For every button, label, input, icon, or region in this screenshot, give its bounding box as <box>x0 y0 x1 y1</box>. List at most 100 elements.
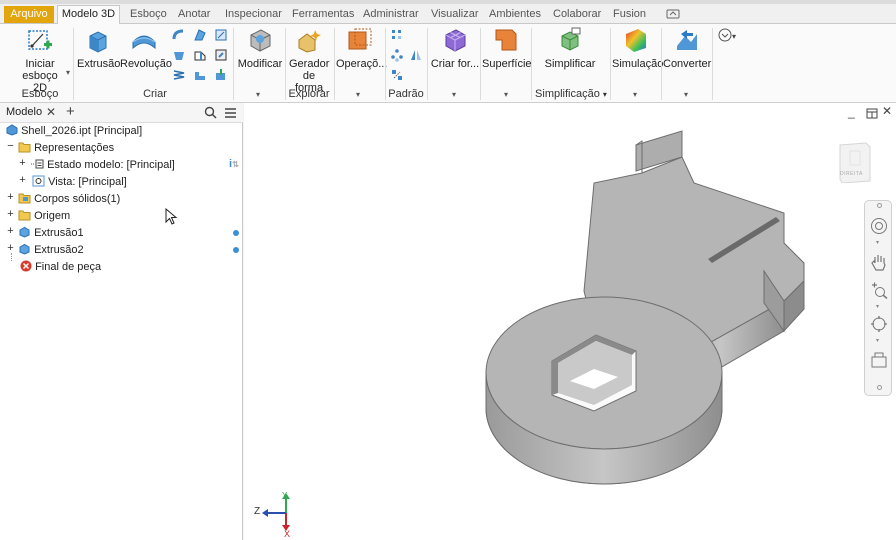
group-label-explorar: Explorar <box>288 88 330 100</box>
circular-pattern-icon[interactable] <box>390 48 404 62</box>
tree-item-vista[interactable]: Vista: [Principal] <box>32 174 127 190</box>
tab-colaborar[interactable]: Colaborar <box>553 6 601 24</box>
tree-item-final-peca[interactable]: Final de peça <box>20 259 101 275</box>
group-label-criar: Criar <box>143 88 167 100</box>
minimize-icon[interactable]: _ <box>848 105 855 119</box>
group-separator <box>610 28 611 100</box>
expand-icon[interactable]: + <box>18 174 27 186</box>
expand-icon[interactable]: + <box>6 191 15 203</box>
view-cube[interactable]: DIREITA <box>838 141 872 184</box>
simulacao-button[interactable]: Simulação <box>612 26 663 70</box>
loft-icon[interactable] <box>193 28 207 42</box>
chevron-down-icon[interactable]: ▾ <box>876 337 879 344</box>
title-strip <box>0 0 896 4</box>
chevron-down-icon[interactable]: ▾ <box>633 90 637 99</box>
tree-item-origem[interactable]: Origem <box>18 208 70 224</box>
simplificar-button[interactable]: Simplificar <box>540 26 600 70</box>
expand-icon[interactable]: + <box>18 157 27 169</box>
chevron-down-icon[interactable]: ▾ <box>876 303 879 310</box>
menu-icon[interactable] <box>224 107 237 119</box>
tree-item-corpos-solidos[interactable]: Corpos sólidos(1) <box>18 191 120 207</box>
navbar-settings-icon[interactable] <box>877 385 882 390</box>
mirror-icon[interactable] <box>409 48 423 62</box>
tree-item-estado-modelo[interactable]: Estado modelo: [Principal] <box>30 157 175 173</box>
sketch-icon <box>28 30 52 50</box>
tree-item-root[interactable]: Shell_2026.ipt [Principal] <box>6 123 142 139</box>
info-icon[interactable]: i⇅ <box>229 158 239 170</box>
sweep-icon[interactable] <box>172 28 186 42</box>
group-separator <box>233 28 234 100</box>
expand-icon[interactable]: + <box>6 225 15 237</box>
emboss-icon[interactable] <box>172 48 186 62</box>
chevron-down-icon[interactable]: ▾ <box>876 239 879 246</box>
tab-inspecionar[interactable]: Inspecionar <box>225 6 282 24</box>
simplify-icon <box>561 27 581 51</box>
circle-chevron-icon <box>718 28 732 42</box>
group-separator <box>334 28 335 100</box>
chevron-down-icon[interactable]: ▾ <box>452 90 456 99</box>
tab-anotar[interactable]: Anotar <box>178 6 210 24</box>
extrusao-button[interactable]: Extrusão <box>77 26 120 70</box>
tab-esboco[interactable]: Esboço <box>130 6 167 24</box>
gerador-forma-button[interactable]: Gerador de forma <box>287 26 331 94</box>
solid-bodies-folder-icon <box>18 193 31 204</box>
decal-icon[interactable] <box>214 48 228 62</box>
part-model[interactable] <box>484 123 844 503</box>
group-label-esboco: Esboço <box>21 88 59 100</box>
iniciar-esboco-button[interactable]: Iniciar esboço 2D <box>12 26 68 94</box>
browser-tab-modelo[interactable]: Modelo <box>6 106 42 118</box>
close-window-icon[interactable]: ✕ <box>882 104 892 118</box>
end-of-part-icon <box>20 260 32 272</box>
tab-fusion[interactable]: Fusion <box>613 6 646 24</box>
sketch-pattern-icon[interactable] <box>390 68 404 82</box>
group-separator <box>531 28 532 100</box>
chevron-down-icon[interactable]: ▾ <box>256 90 260 99</box>
tree-item-extrusao1[interactable]: Extrusão1 <box>18 225 84 241</box>
search-icon[interactable] <box>204 106 217 119</box>
status-dot <box>233 230 239 236</box>
derive-icon[interactable] <box>193 68 207 82</box>
graphics-viewport[interactable]: _ ✕ DIREITA Z Y X <box>244 103 896 540</box>
revolucao-button[interactable]: Revolução <box>120 26 172 70</box>
tree-item-representacoes[interactable]: Representações <box>18 140 114 156</box>
collapse-icon[interactable]: − <box>6 140 15 152</box>
axis-x-label: X <box>284 529 291 539</box>
convert-icon <box>677 30 697 50</box>
tab-ferramentas[interactable]: Ferramentas <box>292 6 354 24</box>
criar-forma-button[interactable]: Criar for... <box>430 26 480 70</box>
operacoes-button[interactable]: Operaçõ... <box>336 26 387 70</box>
ribbon-tab-bar: Arquivo Modelo 3D Esboço Anotar Inspecio… <box>0 0 896 25</box>
coil-icon[interactable] <box>214 28 228 42</box>
orbit-icon[interactable] <box>870 315 888 333</box>
tab-visualizar[interactable]: Visualizar <box>431 6 479 24</box>
expand-icon[interactable]: + <box>6 208 15 220</box>
look-at-icon[interactable] <box>870 351 888 369</box>
converter-button[interactable]: Converter <box>663 26 711 70</box>
navbar-close-icon[interactable] <box>877 203 882 208</box>
modificar-button[interactable]: Modificar <box>236 26 284 70</box>
chevron-down-icon[interactable]: ▾ <box>356 90 360 99</box>
chevron-down-icon[interactable]: ▾ <box>66 68 70 77</box>
tab-arquivo[interactable]: Arquivo <box>4 6 54 23</box>
chevron-down-icon[interactable]: ▾ <box>684 90 688 99</box>
rectangular-pattern-icon[interactable] <box>390 28 404 42</box>
tree-item-extrusao2[interactable]: Extrusão2 <box>18 242 84 258</box>
tab-administrar[interactable]: Administrar <box>363 6 419 24</box>
tile-window-icon[interactable] <box>866 108 878 119</box>
steering-wheel-icon[interactable] <box>870 217 888 235</box>
import-icon[interactable] <box>214 68 228 82</box>
rib-icon[interactable] <box>193 48 207 62</box>
close-icon[interactable]: ✕ <box>46 105 56 119</box>
superficie-button[interactable]: Superfície <box>482 26 532 70</box>
add-tab-icon[interactable]: + <box>66 103 75 120</box>
pan-hand-icon[interactable] <box>870 253 888 273</box>
chevron-down-icon[interactable]: ▾ <box>504 90 508 99</box>
zoom-icon[interactable] <box>870 281 888 299</box>
tab-modelo-3d[interactable]: Modelo 3D <box>57 5 120 25</box>
group-separator <box>480 28 481 100</box>
tab-ambientes[interactable]: Ambientes <box>489 6 541 24</box>
chevron-down-icon[interactable]: ▾ <box>603 90 607 99</box>
tree-connector <box>11 253 12 261</box>
more-options-dropdown[interactable]: ▾ <box>718 28 736 45</box>
coil-spring-icon[interactable] <box>172 68 186 82</box>
